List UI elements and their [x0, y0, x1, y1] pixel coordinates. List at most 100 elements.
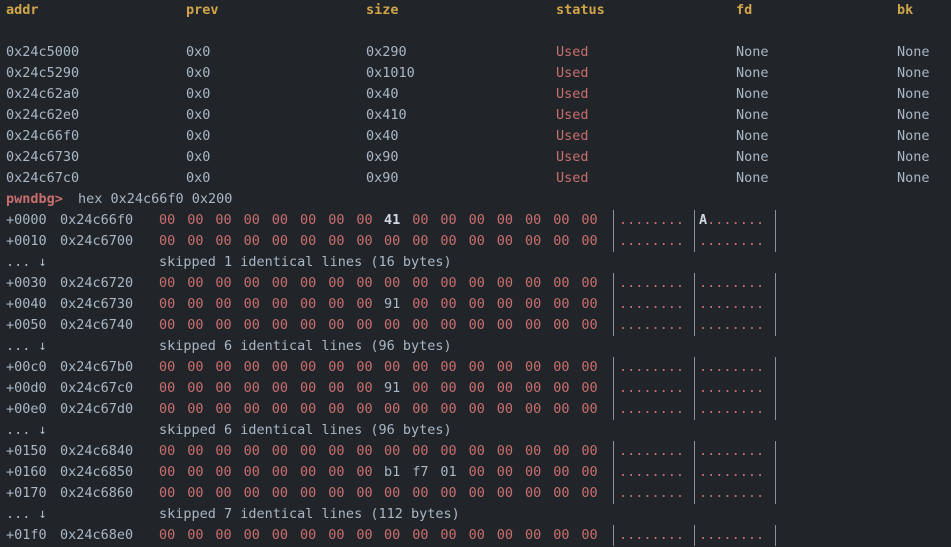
skip-marker: ... ↓ — [6, 506, 47, 522]
hex-byte: 00 — [271, 443, 289, 459]
heap-cell-size: 0x1010 — [366, 65, 415, 81]
ascii-separator — [613, 357, 614, 378]
hex-byte: 00 — [525, 317, 542, 333]
hex-byte: 00 — [496, 359, 514, 375]
hex-byte: 00 — [187, 359, 204, 375]
hex-byte: 00 — [384, 443, 401, 459]
command-line[interactable]: pwndbg> hex 0x24c66f0 0x200 — [0, 189, 951, 210]
hex-byte: 00 — [328, 359, 345, 375]
hex-byte: 00 — [243, 464, 260, 480]
ascii-separator — [613, 273, 614, 294]
hex-byte: 00 — [328, 275, 345, 291]
heap-chunk-row: 0x24c5000 0x0 0x290 Used None None — [0, 42, 951, 63]
hex-byte: 00 — [468, 401, 485, 417]
hex-byte: 00 — [525, 275, 542, 291]
skip-marker: ... ↓ — [6, 422, 47, 438]
hex-byte: 00 — [496, 443, 514, 459]
hex-byte: 00 — [215, 401, 232, 417]
hexdump-line: +0170 0x24c6860 00 00 00 00 00 00 00 00 00 00 00 00 00… — [0, 483, 951, 504]
command-text[interactable]: hex 0x24c66f0 0x200 — [78, 189, 232, 210]
hex-byte: 00 — [187, 296, 204, 312]
hex-byte: 00 — [187, 317, 204, 333]
heap-cell-size: 0x290 — [366, 44, 407, 60]
heap-cell-fd: None — [736, 128, 769, 144]
hex-byte: 00 — [187, 401, 204, 417]
hex-byte: 00 — [440, 443, 457, 459]
hex-byte: 00 — [356, 527, 373, 543]
hex-offset: +0050 — [6, 317, 47, 333]
hexdump-line: +0160 0x24c6850 00 00 00 00 00 00 00 00 b1 f7 01 00 00… — [0, 462, 951, 483]
hex-byte: 01 — [440, 464, 457, 480]
hex-byte: 00 — [468, 296, 485, 312]
hex-byte: 00 — [581, 443, 598, 459]
hex-address: 0x24c6840 — [60, 443, 134, 459]
header-fd: fd — [736, 2, 753, 18]
hex-byte: 00 — [468, 212, 485, 228]
hex-byte: 00 — [496, 380, 514, 396]
hex-byte: 00 — [412, 359, 429, 375]
ascii-separator — [775, 273, 776, 294]
hex-byte: 00 — [243, 212, 260, 228]
heap-cell-fd: None — [736, 149, 769, 165]
ascii-separator — [694, 315, 695, 336]
hex-byte: 00 — [159, 233, 176, 249]
hex-byte: 00 — [525, 233, 542, 249]
ascii-separator — [694, 462, 695, 483]
ascii-separator — [694, 273, 695, 294]
hex-byte: 00 — [553, 443, 570, 459]
heap-cell-size: 0x40 — [366, 128, 399, 144]
hexdump-line: +0030 0x24c6720 00 00 00 00 00 00 00 00 00 00 00 00 00… — [0, 273, 951, 294]
hex-byte: 00 — [468, 359, 485, 375]
hex-byte: 00 — [271, 464, 289, 480]
ascii-right: ........ — [699, 233, 765, 249]
hex-offset: +0000 — [6, 212, 47, 228]
ascii-right: ........ — [699, 317, 765, 333]
hex-byte: 00 — [412, 527, 429, 543]
hex-byte: 00 — [412, 485, 429, 501]
hex-byte: 00 — [496, 464, 514, 480]
hex-byte: 00 — [525, 464, 542, 480]
hex-byte: 00 — [215, 275, 232, 291]
hexdump-skip-line: ... ↓ skipped 6 identical lines (96 bytes… — [0, 420, 951, 441]
ascii-right: ........ — [699, 527, 765, 543]
hex-byte: 00 — [553, 401, 570, 417]
terminal-window[interactable]: addr prev size status fd bk 0x24c5000 0x0… — [0, 0, 951, 547]
hex-byte: 00 — [496, 317, 514, 333]
hex-byte: 00 — [440, 485, 457, 501]
heap-cell-status: Used — [556, 128, 589, 144]
hex-byte: 00 — [243, 443, 260, 459]
hex-byte: f7 — [412, 464, 429, 480]
heap-cell-size: 0x40 — [366, 86, 399, 102]
heap-cell-addr: 0x24c5290 — [6, 65, 80, 81]
hex-byte: 00 — [243, 485, 260, 501]
ascii-separator — [613, 294, 614, 315]
hex-address: 0x24c6700 — [60, 233, 134, 249]
hex-byte: 00 — [300, 464, 317, 480]
heap-cell-addr: 0x24c66f0 — [6, 128, 80, 144]
hex-byte: 00 — [159, 464, 176, 480]
hex-address: 0x24c67c0 — [60, 380, 134, 396]
hex-byte: 00 — [525, 485, 542, 501]
ascii-left: ........ — [619, 443, 685, 459]
ascii-separator — [775, 525, 776, 546]
heap-cell-status: Used — [556, 86, 589, 102]
heap-cell-bk: None — [897, 170, 930, 186]
ascii-separator — [613, 315, 614, 336]
hex-byte: 00 — [187, 443, 204, 459]
ascii-separator — [694, 525, 695, 546]
hex-byte: 00 — [271, 317, 289, 333]
hex-byte: 00 — [412, 380, 429, 396]
hex-byte: 00 — [300, 359, 317, 375]
hex-byte: 00 — [243, 527, 260, 543]
hexdump-line: +0010 0x24c6700 00 00 00 00 00 00 00 00 00 00 00 00 00… — [0, 231, 951, 252]
ascii-separator — [613, 462, 614, 483]
hex-byte: 00 — [496, 296, 514, 312]
hex-byte: 00 — [243, 359, 260, 375]
hex-byte: 00 — [440, 401, 457, 417]
hex-byte: 00 — [187, 212, 204, 228]
hex-byte: 00 — [159, 380, 176, 396]
hex-byte: 00 — [581, 380, 598, 396]
hex-offset: +00d0 — [6, 380, 47, 396]
hex-byte: 00 — [468, 485, 485, 501]
hexdump-line: +0000 0x24c66f0 00 00 00 00 00 00 00 00 41 00 00 00 00… — [0, 210, 951, 231]
